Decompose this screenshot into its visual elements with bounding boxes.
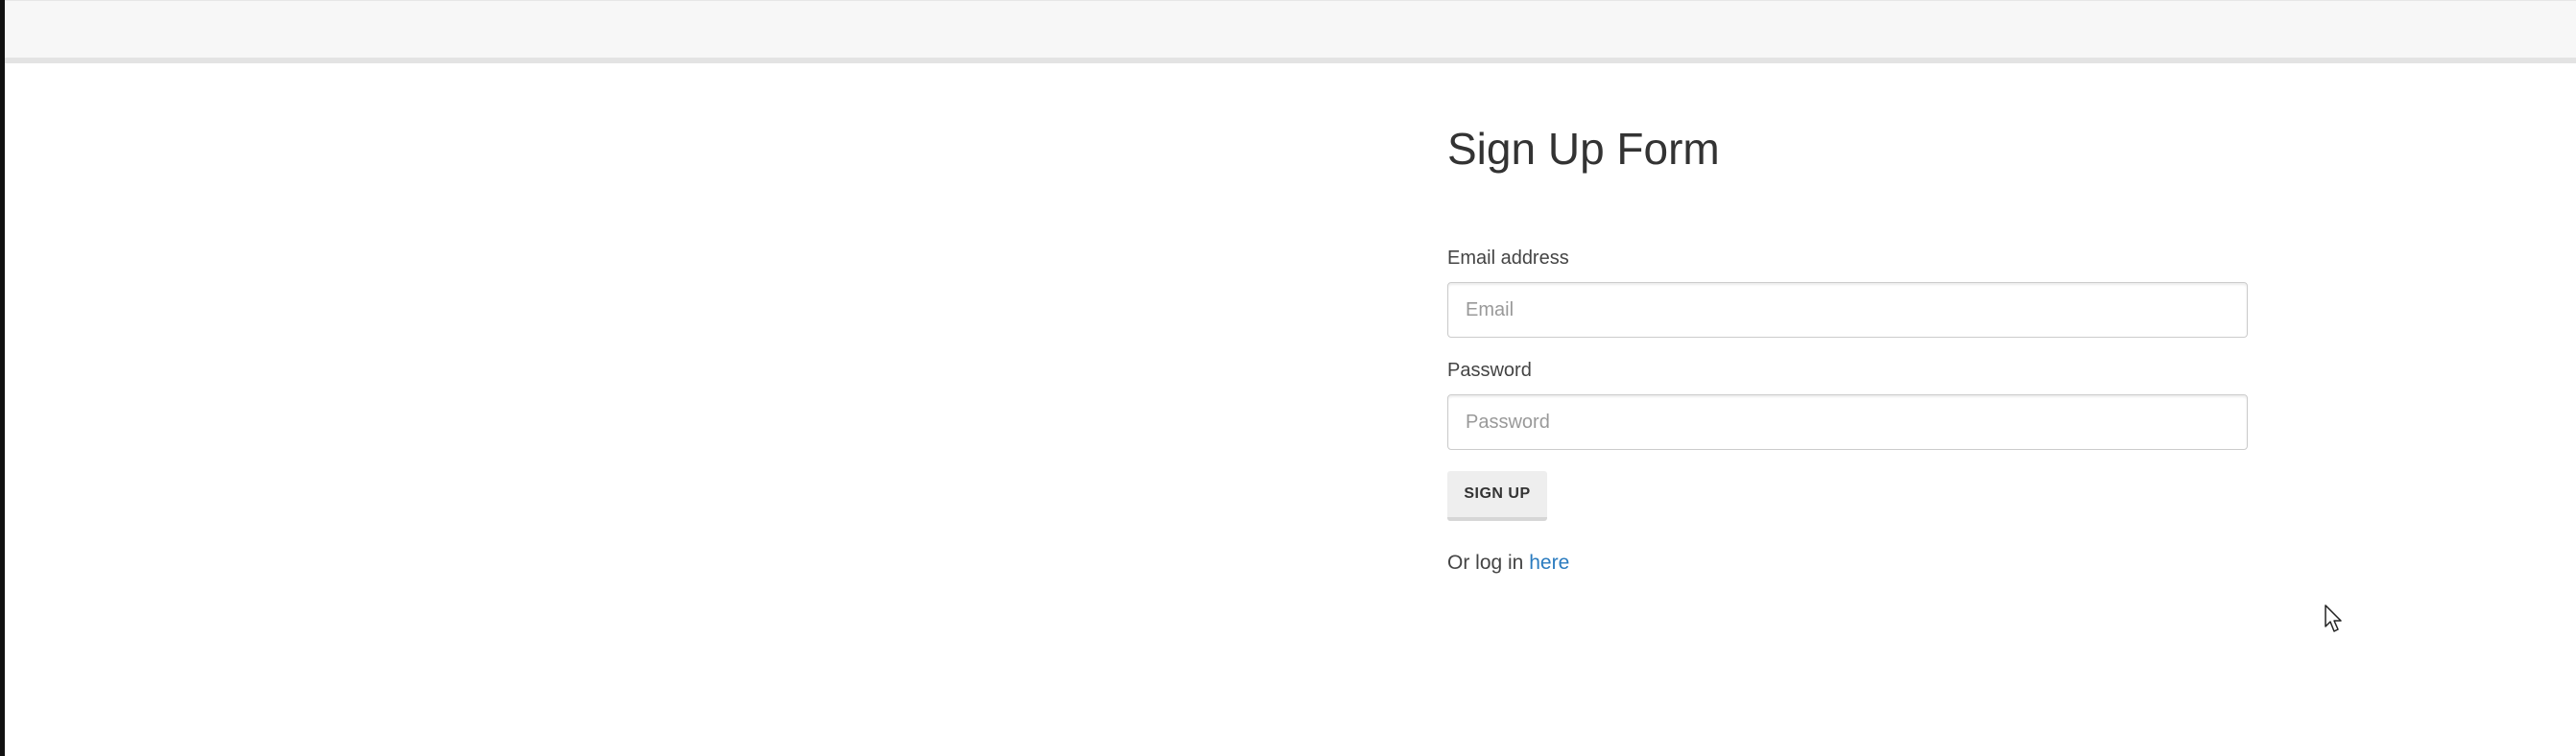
page-title: Sign Up Form [1447,124,1720,174]
mouse-pointer-icon [2325,604,2342,632]
login-prompt: Or log in here [1447,552,1569,575]
password-field[interactable] [1447,394,2248,450]
sign-up-button[interactable]: SIGN UP [1447,471,1547,521]
top-navbar [5,0,2576,63]
signup-form: Sign Up Form Email address Password SIGN… [1447,115,2248,574]
login-link[interactable]: here [1529,552,1569,574]
window-left-edge [0,0,5,756]
email-field[interactable] [1447,282,2248,338]
password-label: Password [1447,360,1532,381]
login-prompt-text: Or log in [1447,552,1524,574]
email-label: Email address [1447,248,1569,269]
